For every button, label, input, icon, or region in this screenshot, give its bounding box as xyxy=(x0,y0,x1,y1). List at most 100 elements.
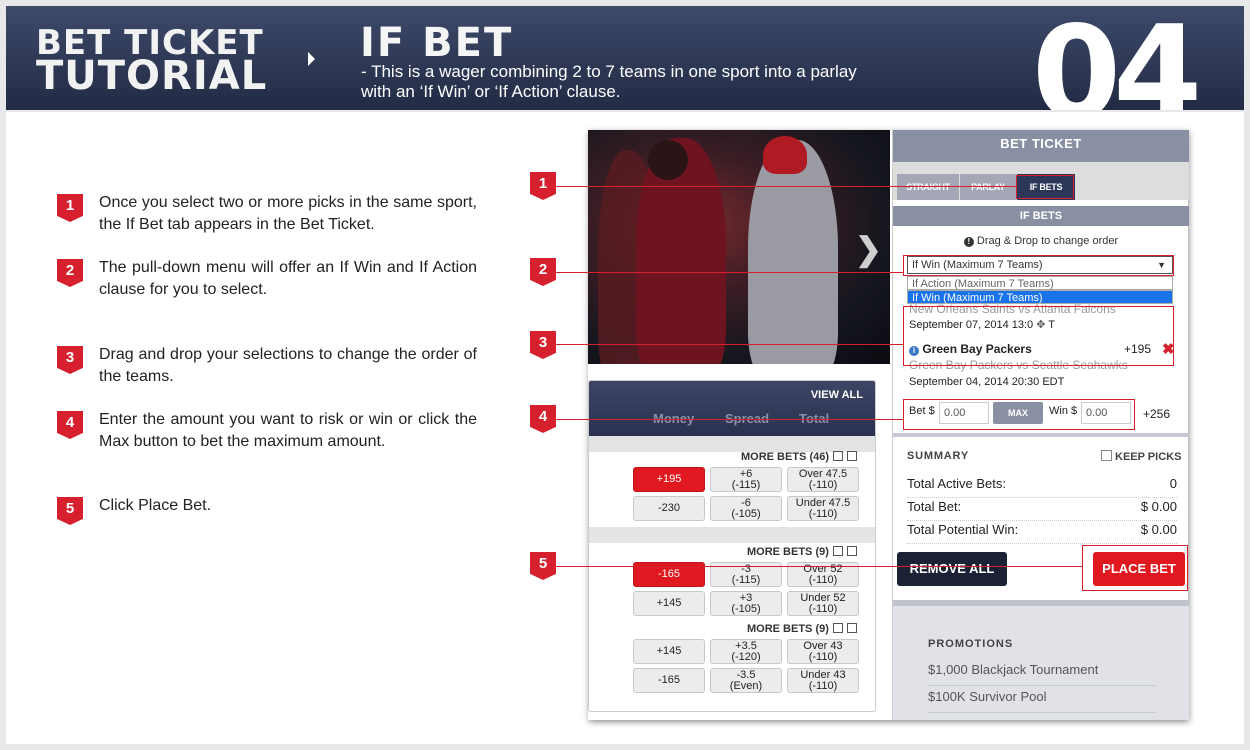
stats-icon[interactable] xyxy=(832,546,843,556)
group-band xyxy=(589,436,875,452)
money-line-button[interactable]: +195 xyxy=(633,467,705,492)
more-bets-link[interactable]: MORE BETS (9) xyxy=(747,623,857,635)
info-icon: ! xyxy=(963,237,974,247)
summary-value: $ 0.00 xyxy=(1140,522,1177,537)
helmet-shape xyxy=(648,140,688,180)
odds-line: +3 xyxy=(739,591,753,604)
callout-box-5 xyxy=(1082,545,1188,591)
page-number: 04 xyxy=(1032,6,1202,111)
summary-label: Total Bet: xyxy=(907,499,962,514)
summary-label: Total Active Bets: xyxy=(907,476,1006,491)
drag-hint-text: Drag & Drop to change order xyxy=(976,235,1119,247)
odds-line: Under 52 xyxy=(800,591,846,604)
keep-picks-label: KEEP PICKS xyxy=(1115,451,1182,463)
promotion-link[interactable]: $1,000 Blackjack Tournament xyxy=(928,662,1156,686)
odds-price: (-110) xyxy=(808,507,838,520)
callout-box-1 xyxy=(1016,175,1074,199)
step-badge: 1 xyxy=(57,194,83,222)
total-button[interactable]: Under 43 (-110) xyxy=(787,668,859,693)
spread-button[interactable]: +6 (-115) xyxy=(710,467,782,492)
odds-line: -6 xyxy=(741,496,751,509)
more-bets-label: MORE BETS (9) xyxy=(747,623,829,635)
spread-button[interactable]: +3.5 (-120) xyxy=(710,639,782,664)
tab-parlay[interactable]: PARLAY xyxy=(960,174,1016,200)
odds-line: +3.5 xyxy=(735,639,757,652)
summary-row: Total Active Bets: 0 xyxy=(907,476,1177,498)
money-line-button[interactable]: +145 xyxy=(633,591,705,616)
divider xyxy=(893,433,1189,437)
list-icon[interactable] xyxy=(846,623,857,633)
hero-banner-image: ❯ xyxy=(588,130,890,364)
promotions-panel: PROMOTIONS $1,000 Blackjack Tournament $… xyxy=(893,600,1189,720)
step-text: Enter the amount you want to risk or win… xyxy=(99,411,477,450)
step-1: 1 Once you select two or more picks in t… xyxy=(57,192,477,236)
odds-price: (-110) xyxy=(808,573,838,586)
callout-line-5 xyxy=(556,566,1082,567)
odds-value: +145 xyxy=(656,597,682,609)
drag-hint: ! Drag & Drop to change order xyxy=(893,235,1189,247)
total-button[interactable]: Under 47.5 (-110) xyxy=(787,496,859,521)
odds-line: -3.5 xyxy=(736,668,756,681)
odds-price: (-110) xyxy=(808,602,838,615)
carousel-next-icon[interactable]: ❯ xyxy=(855,230,882,268)
odds-line: Under 43 xyxy=(800,668,846,681)
batting-helmet-shape xyxy=(763,136,807,174)
money-line-button[interactable]: +145 xyxy=(633,639,705,664)
odds-line: Over 47.5 xyxy=(798,467,848,480)
step-badge: 3 xyxy=(57,346,83,374)
odds-price: (-110) xyxy=(808,650,838,663)
remove-all-button[interactable]: REMOVE ALL xyxy=(897,552,1007,586)
odds-value: -165 xyxy=(657,674,681,686)
option-if-action[interactable]: If Action (Maximum 7 Teams) xyxy=(907,276,1173,290)
step-3: 3 Drag and drop your selections to chang… xyxy=(57,344,477,388)
more-bets-link[interactable]: MORE BETS (46) xyxy=(741,451,858,463)
tab-straight[interactable]: STRAIGHT xyxy=(897,174,959,200)
odds-value: +195 xyxy=(656,473,682,485)
odds-price: (-120) xyxy=(731,650,761,663)
total-button[interactable]: Over 47.5 (-110) xyxy=(787,467,859,492)
more-bets-label: MORE BETS (46) xyxy=(741,451,830,463)
odds-value: +145 xyxy=(656,645,682,657)
summary-row: Total Bet: $ 0.00 xyxy=(907,499,1177,521)
keep-picks-checkbox[interactable]: KEEP PICKS xyxy=(1101,450,1181,463)
money-line-button[interactable]: -230 xyxy=(633,496,705,521)
total-button[interactable]: Under 52 (-110) xyxy=(787,591,859,616)
stats-icon[interactable] xyxy=(832,623,843,633)
checkbox-icon[interactable] xyxy=(1101,450,1112,461)
step-text: Once you select two or more picks in the… xyxy=(99,194,477,233)
bet-ticket-title: BET TICKET xyxy=(893,130,1189,162)
more-bets-link[interactable]: MORE BETS (9) xyxy=(747,546,857,558)
summary-row: Total Potential Win: $ 0.00 xyxy=(907,522,1177,544)
callout-line-1 xyxy=(556,186,1016,187)
odds-value: -230 xyxy=(657,502,681,514)
spread-button[interactable]: -3.5 (Even) xyxy=(710,668,782,693)
total-button[interactable]: Over 43 (-110) xyxy=(787,639,859,664)
step-text: Click Place Bet. xyxy=(99,497,212,514)
callout-box-3 xyxy=(903,306,1174,366)
stats-icon[interactable] xyxy=(833,451,844,461)
summary-title: SUMMARY xyxy=(907,450,970,462)
list-icon[interactable] xyxy=(846,546,857,556)
section-description: - This is a wager combining 2 to 7 teams… xyxy=(361,62,857,101)
group-band xyxy=(589,527,875,543)
odds-board: VIEW ALL Money Spread Total MORE BETS (4… xyxy=(588,380,876,712)
odds-price: (Even) xyxy=(729,679,763,692)
header-title-line2: TUTORIAL xyxy=(36,53,268,99)
money-line-button[interactable]: -165 xyxy=(633,668,705,693)
tutorial-frame: BET TICKET TUTORIAL IF BET - This is a w… xyxy=(0,0,1250,750)
odds-board-header: VIEW ALL Money Spread Total xyxy=(589,381,875,436)
section-title: IF BET xyxy=(360,20,514,66)
callout-line-4 xyxy=(556,419,903,420)
odds-price: (-110) xyxy=(808,679,838,692)
callout-box-4 xyxy=(903,399,1135,430)
view-all-link[interactable]: VIEW ALL xyxy=(811,389,863,401)
list-icon[interactable] xyxy=(847,451,858,461)
odds-price: (-115) xyxy=(731,573,761,586)
summary-value: 0 xyxy=(1169,476,1177,491)
spread-button[interactable]: +3 (-105) xyxy=(710,591,782,616)
spread-button[interactable]: -6 (-105) xyxy=(710,496,782,521)
step-badge: 4 xyxy=(57,411,83,439)
odds-price: (-105) xyxy=(731,602,761,615)
promotion-link[interactable]: $100K Survivor Pool xyxy=(928,689,1156,713)
step-2: 2 The pull-down menu will offer an If Wi… xyxy=(57,257,477,301)
